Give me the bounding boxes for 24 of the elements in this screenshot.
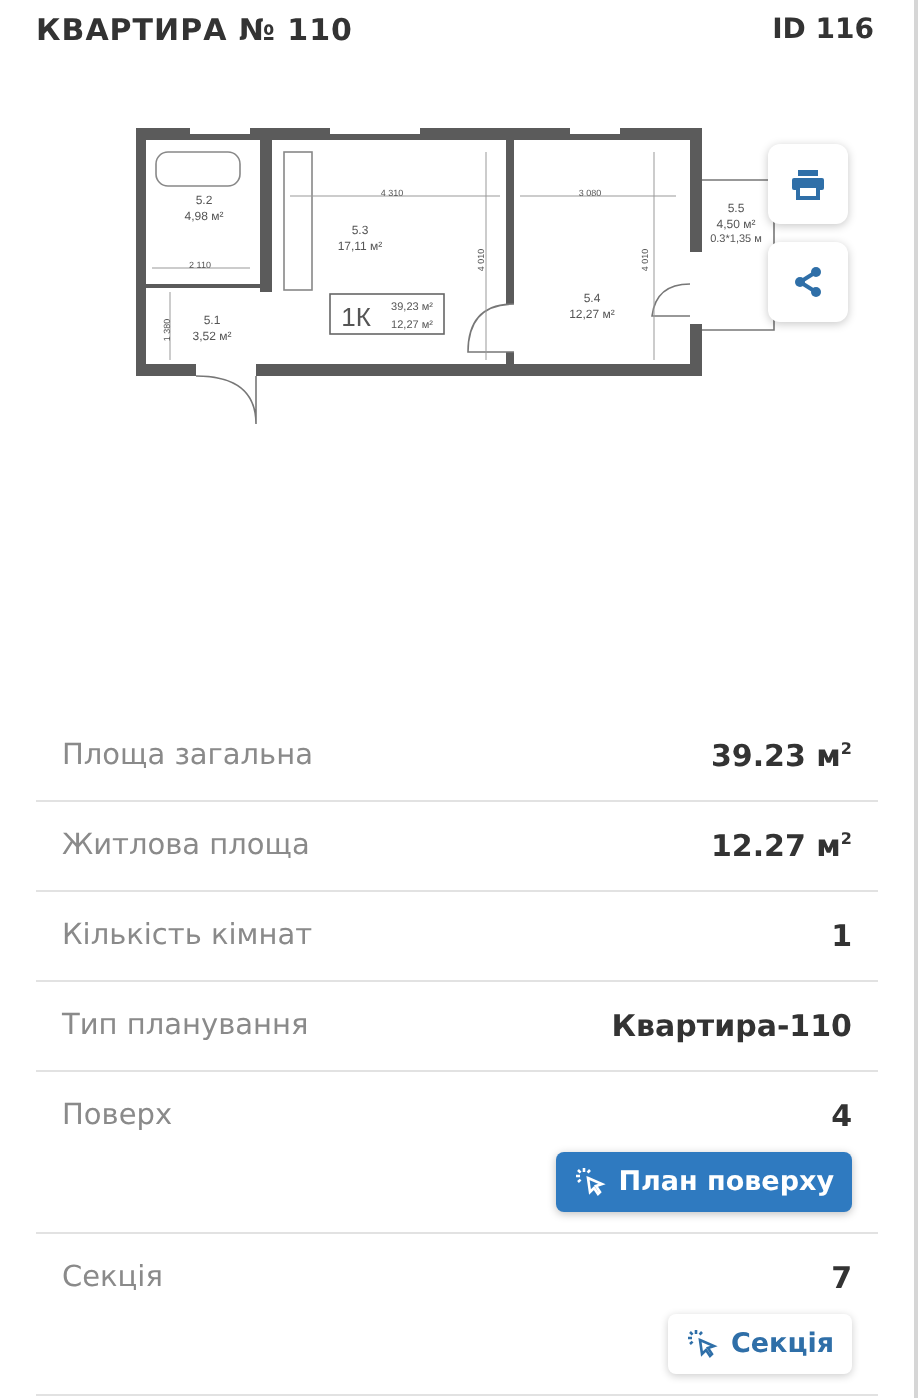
apartment-id: ID 116	[772, 14, 874, 46]
print-button[interactable]	[768, 144, 848, 224]
share-icon	[792, 266, 824, 298]
spec-value: 39.23 м$^{2}$	[710, 738, 852, 774]
printer-icon	[790, 168, 826, 200]
spec-label: Секція	[62, 1262, 163, 1294]
spec-value: Квартира-110	[611, 1008, 852, 1044]
spec-value: 4	[831, 1098, 852, 1134]
spec-label: Житлова площа	[62, 830, 310, 862]
share-button[interactable]	[768, 242, 848, 322]
spec-label: Площа загальна	[62, 740, 313, 772]
spec-value: 12.27 м$^{2}$	[710, 828, 852, 864]
pointer-click-icon	[574, 1166, 607, 1198]
section-button[interactable]: Секція	[668, 1314, 852, 1374]
spec-label: Тип планування	[62, 1010, 309, 1042]
room-count: 1К	[341, 302, 371, 332]
spec-label: Кількість кімнат	[62, 920, 313, 952]
floor-plan-button[interactable]: План поверху	[556, 1152, 852, 1212]
apartment-title: КВАРТИРА № 110	[36, 12, 353, 48]
spec-value: 1	[831, 918, 852, 954]
pointer-click-icon	[686, 1328, 719, 1360]
apartment-badge	[329, 293, 445, 335]
spec-value: 7	[831, 1260, 852, 1296]
spec-label: Поверх	[62, 1100, 173, 1132]
